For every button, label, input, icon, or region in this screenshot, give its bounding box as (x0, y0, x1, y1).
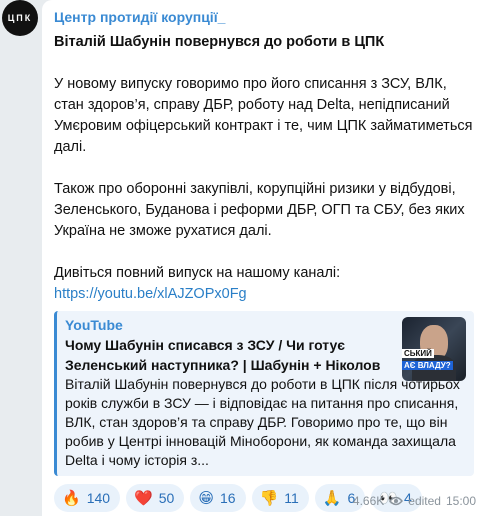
message-bubble: Центр протидії корупції_ Віталій Шабунін… (42, 0, 488, 516)
eye-icon (389, 496, 404, 506)
preview-title: Чому Шабунін списався з ЗСУ / Чи готує З… (65, 337, 381, 373)
reaction-heart[interactable]: ❤️ 50 (126, 484, 185, 512)
post-text: Віталій Шабунін повернувся до роботи в Ц… (54, 32, 478, 305)
reaction-count: 140 (86, 490, 111, 506)
thumbnail-caption-1: СЬКИЙ (402, 349, 434, 358)
reaction-count: 11 (284, 490, 299, 506)
fire-icon: 🔥 (62, 490, 81, 507)
thumbnail-caption-2: АЄ ВЛАДУ? (402, 361, 453, 370)
post-paragraph-2: Також про оборонні закупівлі, корупційні… (54, 181, 465, 239)
heart-icon: ❤️ (134, 490, 153, 507)
view-count: 4.66K (352, 494, 385, 508)
message-meta: 4.66K edited 15:00 (353, 494, 476, 508)
channel-name[interactable]: Центр протидії корупції_ (54, 8, 478, 26)
avatar-text: ЦПК (7, 13, 33, 23)
reaction-thumbs-down[interactable]: 👎 11 (251, 484, 309, 512)
message-time: 15:00 (445, 494, 476, 508)
pray-icon: 🙏 (322, 490, 342, 507)
edited-label: edited (408, 494, 441, 508)
youtube-link[interactable]: https://youtu.be/xlAJZOPx0Fg (54, 286, 247, 302)
post-paragraph-1: У новому випуску говоримо про його списа… (54, 76, 473, 155)
post-title: Віталій Шабунін повернувся до роботи в Ц… (54, 34, 385, 50)
link-preview[interactable]: YouTube Чому Шабунін списався з ЗСУ / Чи… (54, 311, 474, 476)
reaction-grin[interactable]: 😁 16 (190, 484, 246, 512)
preview-thumbnail[interactable]: СЬКИЙ АЄ ВЛАДУ? (402, 317, 466, 381)
preview-description: Віталій Шабунін повернувся до роботи в Ц… (65, 376, 460, 468)
post-paragraph-3: Дивіться повний випуск на нашому каналі: (54, 265, 341, 281)
grin-icon: 😁 (198, 490, 214, 507)
reaction-count: 50 (158, 490, 175, 506)
reaction-count: 16 (219, 490, 236, 506)
channel-avatar[interactable]: ЦПК (2, 0, 38, 36)
reaction-fire[interactable]: 🔥 140 (54, 484, 121, 512)
thumbs-down-icon: 👎 (259, 490, 279, 507)
